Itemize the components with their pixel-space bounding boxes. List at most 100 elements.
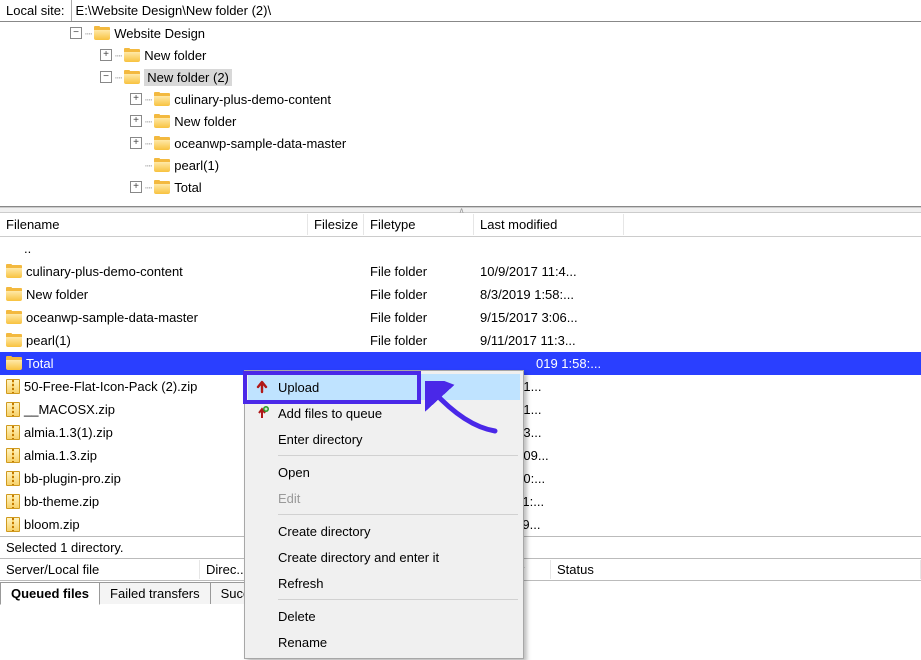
tree-node[interactable]: −┈Website Design — [0, 22, 921, 44]
zip-icon — [6, 402, 20, 417]
menu-separator — [278, 514, 518, 515]
file-row[interactable]: .. — [0, 237, 921, 260]
menu-create-enter-label: Create directory and enter it — [278, 550, 439, 565]
menu-enter-dir-label: Enter directory — [278, 432, 363, 447]
file-list-header: Filename Filesize Filetype Last modified — [0, 213, 921, 237]
file-row[interactable]: pearl(1)File folder9/11/2017 11:3... — [0, 329, 921, 352]
file-name: bb-plugin-pro.zip — [24, 471, 121, 486]
tab-queued-files[interactable]: Queued files — [0, 582, 100, 605]
menu-edit: Edit — [248, 485, 520, 511]
file-modified: 8/3/2019 1:58:... — [474, 287, 624, 302]
tree-toggle-icon[interactable]: + — [130, 181, 142, 193]
tree-label: New folder — [144, 48, 206, 63]
menu-create-dir-label: Create directory — [278, 524, 370, 539]
menu-add-to-queue[interactable]: Add files to queue — [248, 400, 520, 426]
tree-label: culinary-plus-demo-content — [174, 92, 331, 107]
tree-toggle-icon[interactable]: − — [70, 27, 82, 39]
menu-rename[interactable]: Rename — [248, 629, 520, 655]
tree-node[interactable]: +┈New folder — [0, 44, 921, 66]
tree-label: New folder (2) — [144, 69, 232, 86]
file-row[interactable]: culinary-plus-demo-content File folder10/… — [0, 260, 921, 283]
tree-toggle-icon[interactable]: + — [100, 49, 112, 61]
menu-edit-label: Edit — [278, 491, 300, 506]
file-name: __MACOSX.zip — [24, 402, 115, 417]
file-name: bb-theme.zip — [24, 494, 99, 509]
tree-node[interactable]: +┈Total — [0, 176, 921, 198]
menu-add-queue-label: Add files to queue — [278, 406, 382, 421]
folder-icon — [154, 181, 170, 194]
folder-icon — [154, 159, 170, 172]
zip-icon — [6, 425, 20, 440]
tree-label: Website Design — [114, 26, 205, 41]
transfer-col-status[interactable]: Status — [551, 560, 921, 579]
file-type: File folder — [364, 287, 474, 302]
tree-label: New folder — [174, 114, 236, 129]
column-filesize[interactable]: Filesize — [308, 214, 364, 235]
file-name: bloom.zip — [24, 517, 80, 532]
folder-icon — [6, 334, 22, 347]
column-filename[interactable]: Filename — [0, 214, 308, 235]
zip-icon — [6, 448, 20, 463]
tree-toggle-icon[interactable]: + — [130, 137, 142, 149]
file-name: New folder — [26, 287, 88, 302]
zip-icon — [6, 517, 20, 532]
transfer-col-file[interactable]: Server/Local file — [0, 560, 200, 579]
column-modified[interactable]: Last modified — [474, 214, 624, 235]
tree-label: oceanwp-sample-data-master — [174, 136, 346, 151]
menu-create-directory-enter[interactable]: Create directory and enter it — [248, 544, 520, 570]
tree-node[interactable]: +┈oceanwp-sample-data-master — [0, 132, 921, 154]
folder-icon — [154, 115, 170, 128]
menu-delete[interactable]: Delete — [248, 603, 520, 629]
folder-icon — [6, 357, 22, 370]
file-name: almia.1.3(1).zip — [24, 425, 113, 440]
local-site-input[interactable] — [71, 0, 921, 21]
menu-open[interactable]: Open — [248, 459, 520, 485]
file-modified: 019 1:58:... — [474, 356, 624, 371]
menu-separator — [278, 599, 518, 600]
file-name: .. — [24, 241, 31, 256]
tree-node[interactable]: +┈culinary-plus-demo-content — [0, 88, 921, 110]
local-site-path-bar: Local site: — [0, 0, 921, 22]
column-filetype[interactable]: Filetype — [364, 214, 474, 235]
menu-refresh[interactable]: Refresh — [248, 570, 520, 596]
file-type: File folder — [364, 310, 474, 325]
upload-icon — [254, 379, 270, 395]
tab-failed-transfers[interactable]: Failed transfers — [99, 582, 211, 604]
menu-open-label: Open — [278, 465, 310, 480]
folder-icon — [6, 311, 22, 324]
folder-icon — [124, 71, 140, 84]
file-name: oceanwp-sample-data-master — [26, 310, 198, 325]
zip-icon — [6, 494, 20, 509]
tree-toggle-icon[interactable]: + — [130, 115, 142, 127]
tree-node[interactable]: −┈New folder (2) — [0, 66, 921, 88]
tree-toggle-icon[interactable]: + — [130, 93, 142, 105]
tree-label: Total — [174, 180, 201, 195]
folder-tree[interactable]: −┈Website Design+┈New folder−┈New folder… — [0, 22, 921, 207]
menu-rename-label: Rename — [278, 635, 327, 650]
menu-refresh-label: Refresh — [278, 576, 324, 591]
menu-delete-label: Delete — [278, 609, 316, 624]
tree-toggle-icon[interactable]: − — [100, 71, 112, 83]
folder-icon — [6, 288, 22, 301]
file-row[interactable]: oceanwp-sample-data-master File folder9/1… — [0, 306, 921, 329]
tree-node[interactable]: +┈New folder — [0, 110, 921, 132]
zip-icon — [6, 471, 20, 486]
context-menu: Upload Add files to queue Enter director… — [244, 370, 524, 659]
file-modified: 10/9/2017 11:4... — [474, 264, 624, 279]
menu-upload[interactable]: Upload — [248, 374, 520, 400]
add-queue-icon — [254, 405, 270, 421]
tree-node[interactable]: ┈pearl(1) — [0, 154, 921, 176]
tree-label: pearl(1) — [174, 158, 219, 173]
menu-create-directory[interactable]: Create directory — [248, 518, 520, 544]
local-site-label: Local site: — [0, 1, 71, 20]
folder-icon — [94, 27, 110, 40]
file-row[interactable]: New folder File folder8/3/2019 1:58:... — [0, 283, 921, 306]
file-name: culinary-plus-demo-content — [26, 264, 183, 279]
file-modified: 9/11/2017 11:3... — [474, 333, 624, 348]
folder-icon — [6, 265, 22, 278]
file-modified: 9/15/2017 3:06... — [474, 310, 624, 325]
file-type: File folder — [364, 264, 474, 279]
menu-enter-directory[interactable]: Enter directory — [248, 426, 520, 452]
folder-icon — [154, 93, 170, 106]
folder-icon — [124, 49, 140, 62]
